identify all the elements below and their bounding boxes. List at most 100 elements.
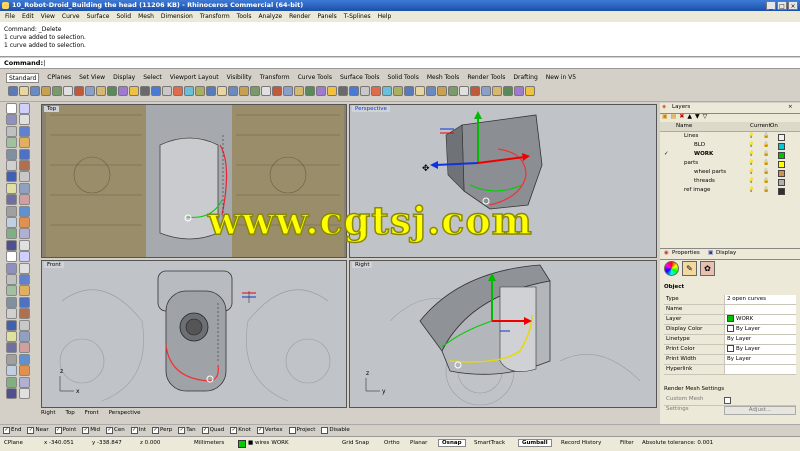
save-icon[interactable]: [30, 86, 40, 96]
left-tool-1-icon[interactable]: [6, 103, 17, 114]
toolbar-tab-select[interactable]: Select: [143, 73, 162, 83]
menu-item-transform[interactable]: Transform: [200, 11, 230, 22]
rotate-view-icon[interactable]: [129, 86, 139, 96]
new-layer-icon[interactable]: ▣: [662, 113, 668, 122]
osnap-int[interactable]: ✓ Int: [130, 425, 146, 435]
left-tool-30-icon[interactable]: [19, 262, 30, 274]
osnap-checkbox[interactable]: ✓: [27, 426, 35, 434]
tab-properties[interactable]: Properties: [672, 250, 700, 256]
layer-lock-icon[interactable]: 🔓: [763, 133, 769, 139]
viewport-title-perspective[interactable]: Perspective: [352, 106, 390, 112]
layer-row[interactable]: ref image 💡 🔓: [660, 187, 800, 195]
redo-icon[interactable]: [107, 86, 117, 96]
delete-layer-icon[interactable]: ✖: [679, 113, 684, 122]
toolbar-tool-44-icon[interactable]: [481, 86, 491, 96]
osnap-vertex[interactable]: ✓ Vertex: [256, 425, 283, 435]
toolbar-tool-46-icon[interactable]: [503, 86, 513, 96]
menu-item-view[interactable]: View: [41, 11, 55, 22]
left-tool-16-icon[interactable]: [19, 182, 30, 194]
left-tool-5-icon[interactable]: [6, 125, 17, 137]
minimize-button[interactable]: _: [766, 1, 776, 10]
left-tool-44-icon[interactable]: [19, 342, 30, 354]
toolbar-tab-drafting[interactable]: Drafting: [513, 73, 537, 83]
menu-item-tsplines[interactable]: T-Splines: [344, 11, 371, 22]
maximize-button[interactable]: □: [777, 1, 787, 10]
layer-color-swatch[interactable]: [778, 170, 785, 177]
viewport-front[interactable]: Front z x: [41, 260, 347, 408]
toolbar-tool-21-icon[interactable]: [228, 86, 238, 96]
left-tool-2-icon[interactable]: [19, 103, 30, 114]
layer-visibility-bulb-icon[interactable]: 💡: [748, 178, 754, 185]
command-prompt-field[interactable]: Command:|: [0, 58, 800, 69]
property-value[interactable]: By Layer: [724, 345, 796, 354]
menu-item-file[interactable]: File: [5, 11, 15, 22]
property-value[interactable]: [724, 365, 796, 374]
layer-color-swatch[interactable]: [778, 179, 785, 186]
osnap-checkbox[interactable]: ✓: [178, 426, 186, 434]
layer-lock-icon[interactable]: 🔓: [763, 178, 769, 184]
left-tool-43-icon[interactable]: [6, 342, 17, 354]
smarttrack-toggle[interactable]: SmartTrack: [474, 440, 505, 446]
osnap-toggle[interactable]: Osnap: [438, 439, 466, 447]
toolbar-tab-standard[interactable]: Standard: [6, 73, 40, 83]
left-tool-4-icon[interactable]: [19, 114, 30, 126]
toolbar-tool-47-icon[interactable]: [514, 86, 524, 96]
toolbar-tab-visibility[interactable]: Visibility: [227, 73, 252, 83]
toolbar-tool-24-icon[interactable]: [261, 86, 271, 96]
filter-toggle[interactable]: Filter: [620, 440, 634, 446]
layer-lock-icon[interactable]: 🔓: [763, 142, 769, 148]
toolbar-tool-39-icon[interactable]: [426, 86, 436, 96]
left-tool-41-icon[interactable]: [6, 331, 17, 342]
custom-mesh-checkbox[interactable]: [724, 397, 731, 404]
menu-item-curve[interactable]: Curve: [62, 11, 80, 22]
layer-row[interactable]: BLD 💡 🔓: [660, 142, 800, 150]
osnap-checkbox[interactable]: ✓: [201, 426, 209, 434]
left-tool-19-icon[interactable]: [6, 205, 17, 217]
toolbar-tool-35-icon[interactable]: [382, 86, 392, 96]
osnap-checkbox[interactable]: ✓: [3, 426, 10, 434]
osnap-checkbox[interactable]: ✓: [54, 426, 62, 434]
property-value[interactable]: By Layer: [724, 335, 796, 344]
toolbar-tool-19-icon[interactable]: [206, 86, 216, 96]
left-tool-48-icon[interactable]: [19, 365, 30, 377]
toolbar-tab-cplanes[interactable]: CPlanes: [47, 73, 71, 83]
zoom-icon[interactable]: [140, 86, 150, 96]
property-value[interactable]: 2 open curves: [724, 295, 796, 304]
osnap-checkbox[interactable]: ✓: [230, 426, 238, 434]
zoom-extents-icon[interactable]: [162, 86, 172, 96]
left-tool-3-icon[interactable]: [6, 114, 17, 126]
left-tool-35-icon[interactable]: [6, 296, 17, 308]
left-tool-10-icon[interactable]: [19, 148, 30, 160]
open-file-icon[interactable]: [19, 86, 29, 96]
toolbar-tab-render-tools[interactable]: Render Tools: [467, 73, 505, 83]
left-tool-20-icon[interactable]: [19, 205, 30, 217]
toolbar-tool-42-icon[interactable]: [459, 86, 469, 96]
osnap-near[interactable]: ✓ Near: [27, 425, 49, 435]
osnap-checkbox[interactable]: [321, 426, 329, 434]
layer-color-swatch[interactable]: [778, 134, 785, 141]
left-tool-23-icon[interactable]: [6, 228, 17, 240]
toolbar-tool-25-icon[interactable]: [272, 86, 282, 96]
osnap-mid[interactable]: ✓ Mid: [82, 425, 100, 435]
layer-row[interactable]: Lines 💡 🔓: [660, 133, 800, 141]
layer-row[interactable]: wheel parts 💡 🔓: [660, 169, 800, 177]
viewport-title-front[interactable]: Front: [44, 262, 64, 268]
toolbar-tool-28-icon[interactable]: [305, 86, 315, 96]
toolbar-tool-40-icon[interactable]: [437, 86, 447, 96]
osnap-project[interactable]: Project: [288, 425, 315, 435]
left-tool-42-icon[interactable]: [19, 331, 30, 342]
left-tool-14-icon[interactable]: [19, 171, 30, 183]
left-tool-34-icon[interactable]: [19, 285, 30, 297]
left-tool-45-icon[interactable]: [6, 353, 17, 365]
layer-visibility-bulb-icon[interactable]: 💡: [748, 142, 754, 149]
toolbar-tool-30-icon[interactable]: [327, 86, 337, 96]
toolbar-tab-surface-tools[interactable]: Surface Tools: [340, 73, 380, 83]
osnap-checkbox[interactable]: ✓: [256, 426, 264, 434]
toolbar-tool-20-icon[interactable]: [217, 86, 227, 96]
layer-visibility-bulb-icon[interactable]: 💡: [748, 133, 754, 140]
viewport-tab-top[interactable]: Top: [65, 410, 74, 416]
viewport-tab-right[interactable]: Right: [41, 410, 55, 416]
left-tool-13-icon[interactable]: [6, 171, 17, 183]
toolbar-tab-display[interactable]: Display: [113, 73, 135, 83]
menu-item-render[interactable]: Render: [289, 11, 310, 22]
